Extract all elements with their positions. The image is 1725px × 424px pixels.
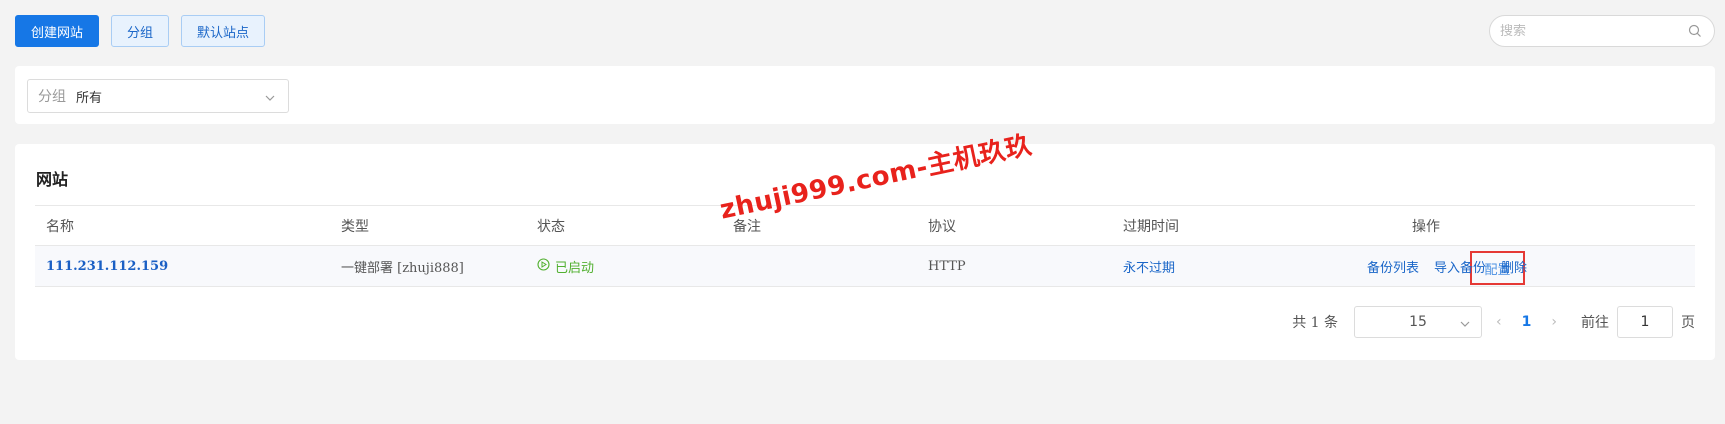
total-count: 共 1 条 <box>1292 315 1339 331</box>
delete-action[interactable]: 删除 <box>1501 257 1527 276</box>
search-box <box>1489 15 1715 47</box>
page-size-value: 15 <box>1409 314 1427 330</box>
group-filter-value: 所有 <box>76 90 103 106</box>
table-row: 111.231.112.159 一键部署 [zhuji888] 已启动 HTTP… <box>35 246 1695 287</box>
table-header: 名称 类型 状态 备注 协议 过期时间 操作 <box>35 205 1695 246</box>
filter-panel: 分组 所有 <box>15 66 1715 124</box>
toolbar: 创建网站 分组 默认站点 <box>15 15 266 47</box>
default-site-button[interactable]: 默认站点 <box>181 15 266 47</box>
backup-list-action[interactable]: 备份列表 <box>1367 257 1419 276</box>
site-protocol: HTTP <box>928 258 966 274</box>
site-type: 一键部署 [zhuji888] <box>341 260 464 276</box>
page-unit-label: 页 <box>1681 315 1695 331</box>
chevron-down-icon <box>1459 317 1471 333</box>
col-remark: 备注 <box>733 218 761 235</box>
chevron-down-icon <box>264 91 276 107</box>
group-filter-select[interactable]: 分组 所有 <box>27 79 289 113</box>
col-actions: 操作 <box>1412 218 1440 235</box>
goto-label: 前往 <box>1581 315 1609 331</box>
site-name-link[interactable]: 111.231.112.159 <box>46 246 168 286</box>
col-expiry: 过期时间 <box>1123 218 1179 235</box>
sites-panel: 网站 名称 类型 状态 备注 协议 过期时间 操作 111.231.112.15… <box>15 144 1715 360</box>
backup-list-action-cell: 备份列表 <box>1367 246 1419 286</box>
expiry-link[interactable]: 永不过期 <box>1123 246 1175 286</box>
goto-page-input[interactable] <box>1617 306 1673 338</box>
pagination: 共 1 条 15 ‹ 1 › 前往 页 <box>1292 306 1695 338</box>
delete-action-cell: 删除 <box>1501 246 1527 286</box>
page-number-current[interactable]: 1 <box>1522 314 1532 330</box>
search-input[interactable] <box>1500 23 1680 39</box>
col-name: 名称 <box>46 218 74 235</box>
status-badge[interactable]: 已启动 <box>537 246 594 286</box>
group-filter-label: 分组 <box>38 89 66 105</box>
page-size-select[interactable]: 15 <box>1354 306 1483 338</box>
sites-table: 名称 类型 状态 备注 协议 过期时间 操作 111.231.112.159 一… <box>35 205 1695 287</box>
col-protocol: 协议 <box>928 218 956 235</box>
import-backup-action[interactable]: 导入备份 <box>1434 257 1486 276</box>
play-circle-icon <box>537 257 550 275</box>
search-icon[interactable] <box>1688 24 1704 40</box>
status-text: 已启动 <box>555 260 595 276</box>
prev-page-icon[interactable]: ‹ <box>1496 314 1502 330</box>
create-site-button[interactable]: 创建网站 <box>15 15 100 47</box>
panel-title: 网站 <box>36 170 69 189</box>
next-page-icon[interactable]: › <box>1551 314 1557 330</box>
import-backup-action-cell: 导入备份 <box>1434 246 1486 286</box>
col-status: 状态 <box>537 218 565 235</box>
col-type: 类型 <box>341 218 369 235</box>
group-button[interactable]: 分组 <box>111 15 170 47</box>
